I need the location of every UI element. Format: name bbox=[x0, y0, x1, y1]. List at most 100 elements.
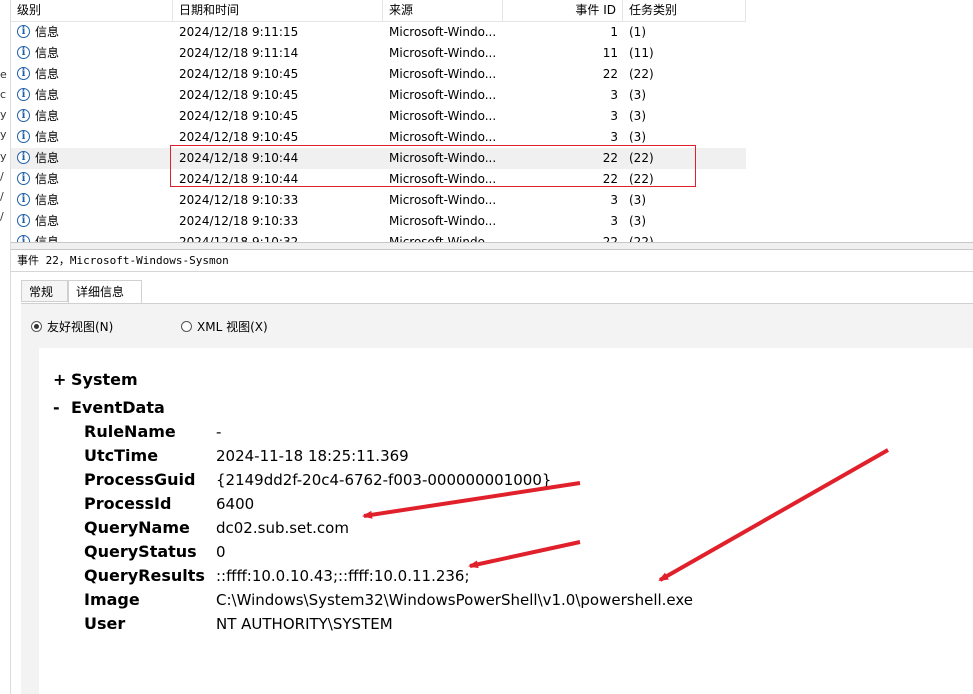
system-section[interactable]: + System bbox=[53, 370, 138, 389]
field-key: ProcessId bbox=[84, 494, 172, 513]
cell-event-id: 1 bbox=[610, 25, 618, 39]
cell-source: Microsoft-Windo... bbox=[389, 214, 497, 228]
info-icon: i bbox=[17, 193, 30, 206]
field-key: Image bbox=[84, 590, 140, 609]
info-icon: i bbox=[17, 235, 30, 242]
cell-date: 2024/12/18 9:11:15 bbox=[179, 25, 299, 39]
event-list-header: 级别 日期和时间 来源 事件 ID 任务类别 bbox=[11, 0, 746, 22]
field-key: User bbox=[84, 614, 126, 633]
field-value: C:\Windows\System32\WindowsPowerShell\v1… bbox=[216, 591, 694, 609]
table-row[interactable]: i 信息 2024/12/18 9:10:45 Microsoft-Windo... 2… bbox=[11, 64, 746, 85]
tab-details[interactable]: 详细信息 bbox=[68, 280, 142, 304]
xml-view-radio[interactable]: XML 视图(X) bbox=[181, 318, 268, 335]
cell-event-id: 22 bbox=[602, 235, 618, 242]
expand-toggle[interactable]: + bbox=[53, 370, 66, 389]
cell-event-id: 3 bbox=[610, 214, 618, 228]
info-icon: i bbox=[17, 46, 30, 59]
cell-date: 2024/12/18 9:10:45 bbox=[179, 88, 299, 102]
cell-date: 2024/12/18 9:11:14 bbox=[179, 46, 299, 60]
system-label: System bbox=[71, 370, 138, 389]
xml-view-label: XML 视图(X) bbox=[197, 320, 268, 334]
cell-task: (3) bbox=[629, 109, 646, 123]
table-row[interactable]: i 信息 2024/12/18 9:10:33 Microsoft-Windo... 3… bbox=[11, 211, 746, 232]
info-icon: i bbox=[17, 130, 30, 143]
field-value: ::ffff:10.0.10.43;::ffff:10.0.11.236; bbox=[216, 567, 470, 585]
column-header-task[interactable]: 任务类别 bbox=[623, 0, 746, 21]
field-key: QueryName bbox=[84, 518, 190, 537]
cell-level: 信息 bbox=[35, 109, 60, 123]
column-header-date[interactable]: 日期和时间 bbox=[173, 0, 383, 21]
table-row[interactable]: i 信息 2024/12/18 9:10:33 Microsoft-Windo... 3… bbox=[11, 190, 746, 211]
field-key: ProcessGuid bbox=[84, 470, 196, 489]
field-key: UtcTime bbox=[84, 446, 159, 465]
cell-date: 2024/12/18 9:10:32 bbox=[179, 235, 299, 242]
eventdata-section[interactable]: - EventData bbox=[53, 398, 165, 417]
left-panel-edge: e c y y y / / / bbox=[0, 0, 11, 694]
cell-source: Microsoft-Windo... bbox=[389, 46, 497, 60]
table-row[interactable]: i 信息 2024/12/18 9:10:32 Microsoft-Windo... 2… bbox=[11, 232, 746, 242]
event-data-view: + System - EventData RuleName - UtcTime 2024-… bbox=[39, 348, 973, 694]
radio-selected-icon bbox=[31, 321, 42, 332]
column-header-source[interactable]: 来源 bbox=[383, 0, 503, 21]
left-panel-text-fragment: y bbox=[0, 108, 7, 121]
info-icon: i bbox=[17, 88, 30, 101]
cell-source: Microsoft-Windo... bbox=[389, 193, 497, 207]
left-panel-text-fragment: / bbox=[0, 210, 4, 223]
cell-level: 信息 bbox=[35, 193, 60, 207]
cell-date: 2024/12/18 9:10:45 bbox=[179, 109, 299, 123]
left-panel-text-fragment: / bbox=[0, 170, 4, 183]
field-key: QueryStatus bbox=[84, 542, 197, 561]
info-icon: i bbox=[17, 172, 30, 185]
cell-source: Microsoft-Windo... bbox=[389, 235, 497, 242]
info-icon: i bbox=[17, 25, 30, 38]
table-row[interactable]: i 信息 2024/12/18 9:11:15 Microsoft-Windo... 1… bbox=[11, 22, 746, 43]
event-detail-pane: 事件 22，Microsoft-Windows-Sysmon 常规 详细信息 友… bbox=[11, 250, 973, 694]
cell-event-id: 3 bbox=[610, 88, 618, 102]
column-header-event-id[interactable]: 事件 ID bbox=[503, 0, 623, 21]
detail-title-divider bbox=[11, 271, 973, 272]
left-panel-text-fragment: y bbox=[0, 128, 7, 141]
cell-level: 信息 bbox=[35, 46, 60, 60]
field-key: QueryResults bbox=[84, 566, 205, 585]
cell-event-id: 11 bbox=[602, 46, 618, 60]
cell-event-id: 3 bbox=[610, 193, 618, 207]
friendly-view-label: 友好视图(N) bbox=[47, 320, 114, 334]
eventdata-label: EventData bbox=[71, 398, 165, 417]
cell-source: Microsoft-Windo... bbox=[389, 109, 497, 123]
left-panel-text-fragment: e bbox=[0, 68, 7, 81]
cell-source: Microsoft-Windo... bbox=[389, 25, 497, 39]
cell-level: 信息 bbox=[35, 130, 60, 144]
field-value: dc02.sub.set.com bbox=[216, 519, 349, 537]
highlight-annotation-box bbox=[170, 145, 696, 187]
table-row[interactable]: i 信息 2024/12/18 9:10:45 Microsoft-Windo... 3… bbox=[11, 85, 746, 106]
pane-splitter[interactable] bbox=[11, 242, 973, 250]
cell-source: Microsoft-Windo... bbox=[389, 88, 497, 102]
cell-event-id: 3 bbox=[610, 109, 618, 123]
info-icon: i bbox=[17, 214, 30, 227]
left-panel-text-fragment: c bbox=[0, 88, 7, 101]
table-row[interactable]: i 信息 2024/12/18 9:10:45 Microsoft-Windo... 3… bbox=[11, 106, 746, 127]
table-row[interactable]: i 信息 2024/12/18 9:11:14 Microsoft-Windo... 1… bbox=[11, 43, 746, 64]
cell-level: 信息 bbox=[35, 235, 60, 242]
cell-level: 信息 bbox=[35, 25, 60, 39]
friendly-view-radio[interactable]: 友好视图(N) bbox=[31, 318, 113, 335]
collapse-toggle[interactable]: - bbox=[53, 398, 65, 417]
column-header-level[interactable]: 级别 bbox=[11, 0, 173, 21]
field-value: - bbox=[216, 423, 222, 441]
info-icon: i bbox=[17, 151, 30, 164]
cell-task: (22) bbox=[629, 235, 654, 242]
field-value: 6400 bbox=[216, 495, 255, 513]
event-rows: i 信息 2024/12/18 9:11:15 Microsoft-Windo... 1… bbox=[11, 22, 746, 242]
cell-task: (11) bbox=[629, 46, 654, 60]
cell-date: 2024/12/18 9:10:33 bbox=[179, 193, 299, 207]
tab-general[interactable]: 常规 bbox=[21, 280, 68, 302]
detail-title: 事件 22，Microsoft-Windows-Sysmon bbox=[17, 254, 229, 267]
cell-task: (3) bbox=[629, 88, 646, 102]
event-list[interactable]: 级别 日期和时间 来源 事件 ID 任务类别 i 信息 2024/12/18 9:1… bbox=[11, 0, 973, 242]
radio-unselected-icon bbox=[181, 321, 192, 332]
cell-level: 信息 bbox=[35, 88, 60, 102]
field-value: {2149dd2f-20c4-6762-f003-000000001000} bbox=[216, 471, 552, 489]
cell-date: 2024/12/18 9:10:33 bbox=[179, 214, 299, 228]
cell-level: 信息 bbox=[35, 172, 60, 186]
cell-task: (22) bbox=[629, 67, 654, 81]
